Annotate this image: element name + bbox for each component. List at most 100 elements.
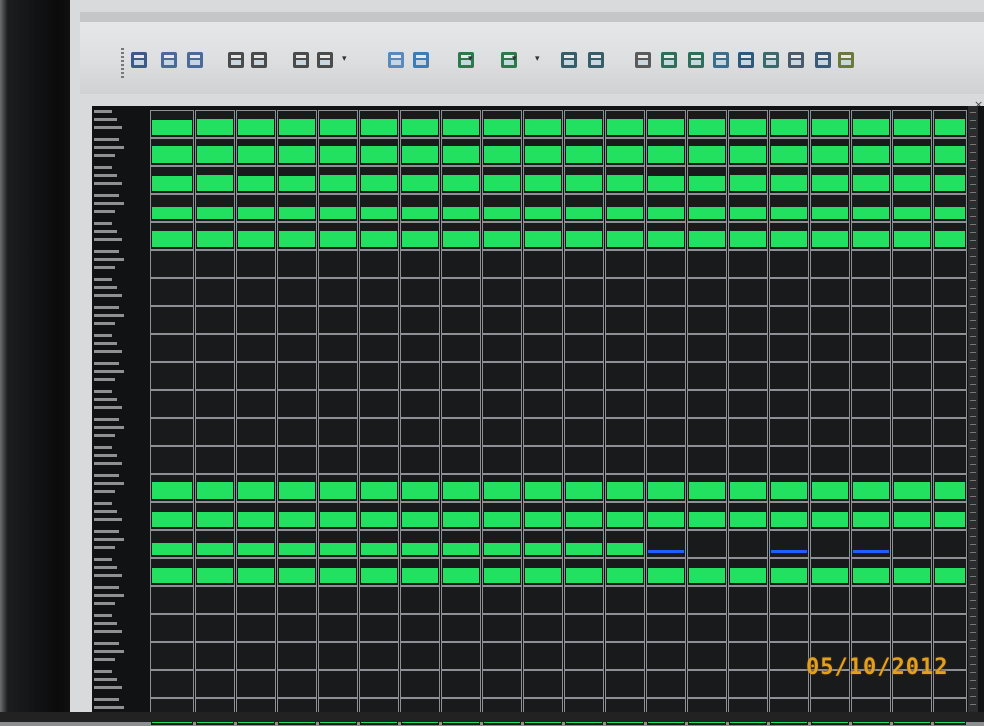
- channel-cell[interactable]: [400, 278, 440, 306]
- channel-cell[interactable]: [359, 614, 399, 642]
- channel-cell[interactable]: [892, 502, 932, 530]
- channel-cell[interactable]: [646, 138, 686, 166]
- channel-cell[interactable]: [851, 362, 891, 390]
- channel-cell[interactable]: [236, 586, 276, 614]
- channel-cell[interactable]: [564, 670, 604, 698]
- channel-cell[interactable]: [236, 334, 276, 362]
- channel-cell[interactable]: [892, 166, 932, 194]
- channel-cell[interactable]: [523, 670, 563, 698]
- channel-cell[interactable]: [892, 362, 932, 390]
- channel-cell[interactable]: [482, 586, 522, 614]
- channel-cell[interactable]: [564, 642, 604, 670]
- channel-cell[interactable]: [195, 138, 235, 166]
- channel-cell[interactable]: [523, 334, 563, 362]
- channel-cell[interactable]: [236, 306, 276, 334]
- channel-cell[interactable]: [236, 194, 276, 222]
- channel-cell[interactable]: [605, 558, 645, 586]
- channel-cell[interactable]: [605, 250, 645, 278]
- channel-cell[interactable]: [769, 166, 809, 194]
- channel-cell[interactable]: [564, 614, 604, 642]
- channel-cell[interactable]: [359, 250, 399, 278]
- channel-cell[interactable]: [441, 418, 481, 446]
- channel-cell[interactable]: [892, 418, 932, 446]
- channel-cell[interactable]: [150, 334, 194, 362]
- dropdown-arrow-icon[interactable]: ▾: [342, 54, 348, 64]
- channel-cell[interactable]: [318, 194, 358, 222]
- channel-cell[interactable]: [564, 334, 604, 362]
- channel-cell[interactable]: [359, 306, 399, 334]
- channel-cell[interactable]: [318, 390, 358, 418]
- channel-cell[interactable]: [605, 446, 645, 474]
- channel-cell[interactable]: [646, 446, 686, 474]
- channel-cell[interactable]: [277, 446, 317, 474]
- channel-cell[interactable]: [236, 502, 276, 530]
- channel-cell[interactable]: [400, 222, 440, 250]
- channel-cell[interactable]: [195, 194, 235, 222]
- dropdown-arrow-icon[interactable]: ▾: [535, 54, 541, 64]
- channel-cell[interactable]: [150, 502, 194, 530]
- channel-cell[interactable]: [195, 166, 235, 194]
- channel-cell[interactable]: [892, 138, 932, 166]
- channel-cell[interactable]: [810, 250, 850, 278]
- channel-cell[interactable]: [769, 250, 809, 278]
- channel-cell[interactable]: [400, 474, 440, 502]
- channel-cell[interactable]: [359, 222, 399, 250]
- channel-cell[interactable]: [728, 250, 768, 278]
- channel-cell[interactable]: [277, 166, 317, 194]
- window-icon[interactable]: [314, 48, 336, 72]
- channel-cell[interactable]: [277, 334, 317, 362]
- channel-cell[interactable]: [523, 474, 563, 502]
- channel-cell[interactable]: [400, 194, 440, 222]
- channel-cell[interactable]: [441, 222, 481, 250]
- channel-cell[interactable]: [482, 194, 522, 222]
- channel-cell[interactable]: [359, 446, 399, 474]
- settings-icon[interactable]: [632, 48, 654, 72]
- channel-cell[interactable]: [687, 306, 727, 334]
- channel-cell[interactable]: [646, 642, 686, 670]
- channel-cell[interactable]: [769, 530, 809, 558]
- channel-cell[interactable]: [933, 418, 967, 446]
- channel-cell[interactable]: [687, 446, 727, 474]
- channel-cell[interactable]: [605, 334, 645, 362]
- report-icon[interactable]: [158, 48, 180, 72]
- channel-cell[interactable]: [851, 586, 891, 614]
- channel-cell[interactable]: [810, 530, 850, 558]
- panel-icon[interactable]: [735, 48, 757, 72]
- channel-cell[interactable]: [810, 614, 850, 642]
- channel-cell[interactable]: [400, 138, 440, 166]
- channel-cell[interactable]: [892, 446, 932, 474]
- channel-cell[interactable]: [933, 362, 967, 390]
- channel-cell[interactable]: [892, 614, 932, 642]
- channel-cell[interactable]: [318, 530, 358, 558]
- channel-cell[interactable]: [400, 614, 440, 642]
- channel-cell[interactable]: [605, 670, 645, 698]
- channel-cell[interactable]: [933, 614, 967, 642]
- channel-cell[interactable]: [523, 586, 563, 614]
- channel-cell[interactable]: [359, 278, 399, 306]
- channel-cell[interactable]: [441, 194, 481, 222]
- channel-cell[interactable]: [892, 530, 932, 558]
- channel-cell[interactable]: [523, 110, 563, 138]
- channel-cell[interactable]: [277, 558, 317, 586]
- channel-cell[interactable]: [646, 614, 686, 642]
- channel-cell[interactable]: [892, 390, 932, 418]
- channel-cell[interactable]: [687, 138, 727, 166]
- channel-cell[interactable]: [851, 110, 891, 138]
- channel-cell[interactable]: [810, 138, 850, 166]
- channel-cell[interactable]: [441, 502, 481, 530]
- channel-cell[interactable]: [851, 334, 891, 362]
- channel-cell[interactable]: [851, 446, 891, 474]
- sum-icon[interactable]: [290, 48, 312, 72]
- channel-cell[interactable]: [892, 474, 932, 502]
- channel-cell[interactable]: [687, 278, 727, 306]
- channel-cell[interactable]: [277, 306, 317, 334]
- channel-cell[interactable]: [728, 306, 768, 334]
- channel-cell[interactable]: [318, 614, 358, 642]
- channel-cell[interactable]: [400, 530, 440, 558]
- channel-cell[interactable]: [605, 166, 645, 194]
- channel-cell[interactable]: [646, 222, 686, 250]
- channel-cell[interactable]: [523, 222, 563, 250]
- channel-cell[interactable]: [605, 418, 645, 446]
- channel-cell[interactable]: [769, 110, 809, 138]
- channel-cell[interactable]: [441, 642, 481, 670]
